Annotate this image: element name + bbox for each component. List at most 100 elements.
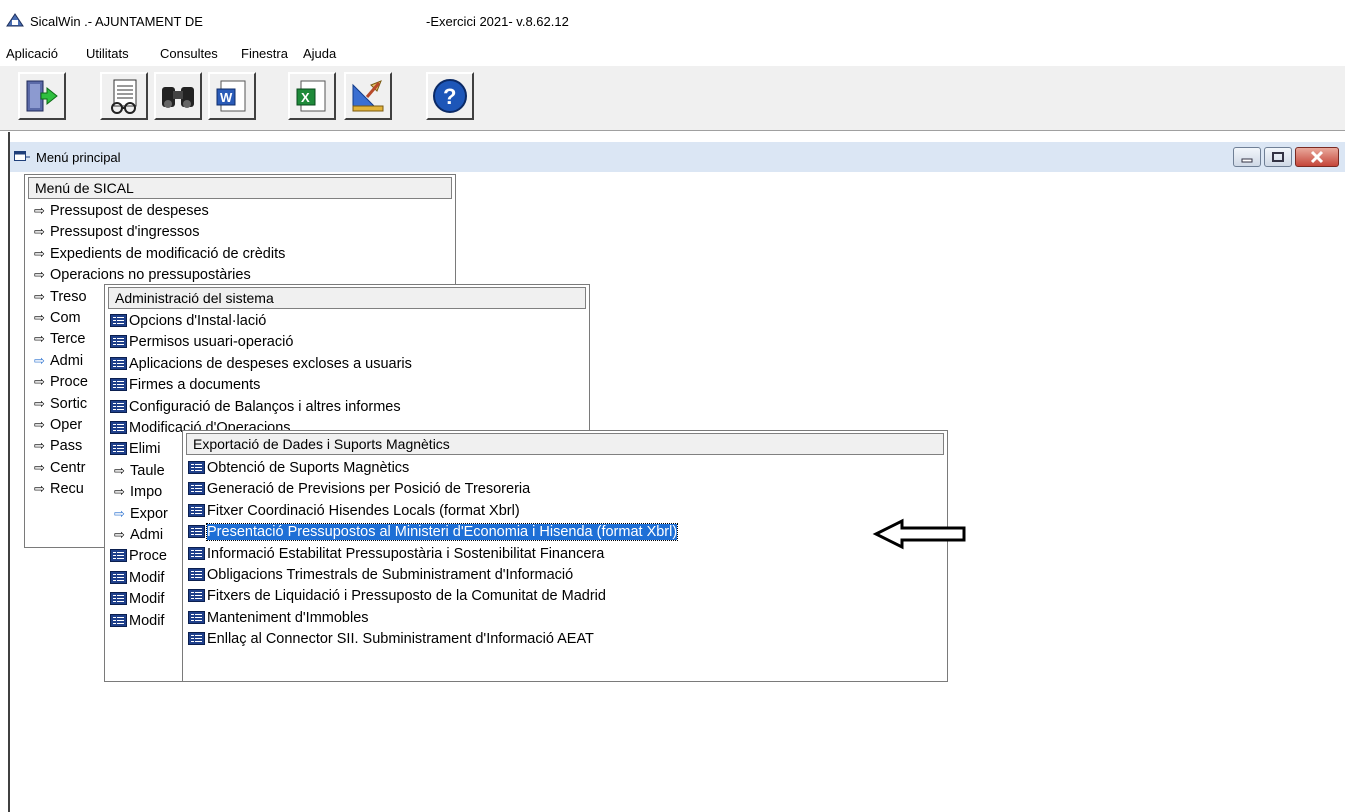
admin-menu-item-label: Modif — [129, 569, 165, 586]
admin-menu-item[interactable]: Aplicacions de despeses excloses a usuar… — [110, 354, 412, 374]
form-icon — [110, 314, 127, 327]
submenu-arrow-icon: ⇨ — [34, 267, 45, 283]
export-menu-item[interactable]: Obtenció de Suports Magnètics — [188, 458, 409, 478]
sical-menu-item[interactable]: ⇨ Pressupost de despeses — [34, 201, 209, 221]
admin-menu-item[interactable]: ⇨ Expor — [114, 504, 168, 524]
menu-utilitats[interactable]: Utilitats — [86, 46, 129, 61]
submenu-arrow-icon: ⇨ — [114, 527, 125, 542]
admin-menu-item[interactable]: Modif — [110, 611, 164, 631]
sical-menu-item[interactable]: ⇨ Terce — [34, 329, 85, 349]
child-window-title: Menú principal — [36, 150, 121, 165]
sical-menu-item-label: Treso — [50, 288, 87, 305]
sical-menu-item[interactable]: ⇨ Pressupost d'ingressos — [34, 222, 199, 242]
admin-menu-item[interactable]: Firmes a documents — [110, 375, 260, 395]
search-button[interactable] — [154, 72, 202, 120]
admin-menu-item[interactable]: Elimi — [110, 439, 160, 459]
close-button[interactable] — [1295, 147, 1339, 167]
export-menu-item-label: Fitxer Coordinació Hisendes Locals (form… — [207, 502, 520, 519]
sical-menu-item-label: Expedients de modificació de crèdits — [50, 245, 286, 262]
admin-menu-item[interactable]: Configuració de Balanços i altres inform… — [110, 397, 401, 417]
menu-consultes[interactable]: Consultes — [160, 46, 218, 61]
app-icon — [6, 12, 24, 28]
submenu-arrow-icon: ⇨ — [114, 484, 125, 500]
export-menu-item[interactable]: Enllaç al Connector SII. Subministrament… — [188, 629, 594, 649]
admin-menu-item[interactable]: ⇨ Taule — [114, 461, 165, 481]
menu-finestra[interactable]: Finestra — [241, 46, 288, 61]
export-menu-item[interactable]: Generació de Previsions per Posició de T… — [188, 479, 530, 499]
svg-text:X: X — [301, 90, 310, 105]
form-icon — [188, 461, 205, 474]
exit-icon — [26, 80, 58, 112]
export-menu-item-label: Obtenció de Suports Magnètics — [207, 460, 410, 476]
admin-menu-item-label: Taule — [130, 462, 165, 479]
export-menu-item-label: Presentació Pressupostos al Ministeri d'… — [205, 523, 679, 542]
maximize-button[interactable] — [1264, 147, 1292, 167]
admin-menu-item[interactable]: ⇨ Impo — [114, 482, 162, 502]
sical-menu-item-label: Proce — [50, 374, 88, 391]
export-menu-item[interactable]: Fitxer Coordinació Hisendes Locals (form… — [188, 501, 520, 521]
submenu-arrow-icon: ⇨ — [34, 310, 45, 325]
form-icon — [110, 421, 127, 434]
sical-menu-item[interactable]: ⇨ Oper — [34, 415, 82, 435]
admin-menu-item[interactable]: Permisos usuari-operació — [110, 332, 293, 352]
admin-menu-item-label: Modif — [129, 591, 165, 608]
design-button[interactable] — [344, 72, 392, 120]
submenu-arrow-icon: ⇨ — [34, 417, 45, 432]
help-icon: ? — [433, 79, 467, 113]
submenu-arrow-icon: ⇨ — [34, 224, 45, 240]
export-menu-item-label: Informació Estabilitat Pressupostària i … — [207, 545, 605, 562]
form-icon — [188, 568, 205, 581]
export-menu-item[interactable]: Fitxers de Liquidació i Pressuposto de l… — [188, 586, 606, 606]
sical-menu-item-label: Centr — [50, 459, 86, 476]
sical-menu-item[interactable]: ⇨ Centr — [34, 458, 85, 478]
form-icon — [110, 549, 127, 563]
export-menu-item[interactable]: Obligacions Trimestrals de Subministrame… — [188, 565, 573, 585]
exit-button[interactable] — [18, 72, 66, 120]
submenu-arrow-icon: ⇨ — [114, 505, 125, 521]
svg-text:?: ? — [443, 84, 456, 109]
sical-menu-item[interactable]: ⇨ Proce — [34, 372, 88, 392]
close-icon — [1310, 150, 1324, 164]
admin-menu-item-label: Admi — [130, 527, 164, 543]
ruler-icon — [352, 80, 384, 112]
window-icon — [14, 151, 30, 163]
form-icon — [188, 610, 205, 624]
export-menu-item[interactable]: Informació Estabilitat Pressupostària i … — [188, 544, 604, 564]
sical-menu-item-label: Operacions no pressupostàries — [50, 267, 251, 284]
admin-menu-item-label: Aplicacions de despeses excloses a usuar… — [129, 355, 412, 372]
form-icon — [188, 503, 205, 517]
pointer-arrow-icon — [872, 518, 966, 550]
admin-menu-item[interactable]: Proce — [110, 546, 167, 566]
admin-menu-item-label: Firmes a documents — [129, 377, 261, 394]
maximize-icon — [1272, 152, 1284, 162]
excel-export-button[interactable]: X — [288, 72, 336, 120]
app-title: SicalWin .- AJUNTAMENT DE — [30, 14, 203, 29]
sical-menu-item-label: Terce — [50, 331, 86, 348]
admin-menu-item[interactable]: ⇨ Admi — [114, 525, 163, 545]
menu-ajuda[interactable]: Ajuda — [303, 46, 336, 61]
menu-aplicacio[interactable]: Aplicació — [6, 46, 58, 61]
sical-menu-item[interactable]: ⇨ Recu — [34, 479, 84, 499]
export-menu-item[interactable]: Presentació Pressupostos al Ministeri d'… — [188, 522, 679, 542]
admin-menu-item[interactable]: Modif — [110, 589, 164, 609]
report-button[interactable] — [100, 72, 148, 120]
sical-menu-item[interactable]: ⇨ Operacions no pressupostàries — [34, 265, 251, 285]
help-button[interactable]: ? — [426, 72, 474, 120]
sical-menu-item[interactable]: ⇨ Expedients de modificació de crèdits — [34, 244, 285, 264]
admin-menu-item[interactable]: Opcions d'Instal·lació — [110, 311, 266, 331]
sical-menu-item[interactable]: ⇨ Treso — [34, 287, 87, 307]
form-icon — [110, 399, 127, 413]
submenu-arrow-icon: ⇨ — [34, 481, 45, 497]
sical-menu-item[interactable]: ⇨ Admi — [34, 351, 83, 371]
sical-menu-item[interactable]: ⇨ Sortic — [34, 394, 87, 414]
word-export-button[interactable]: W — [208, 72, 256, 120]
sical-menu-item[interactable]: ⇨ Com — [34, 308, 81, 328]
export-menu-item[interactable]: Manteniment d'Immobles — [188, 608, 369, 628]
binoculars-icon — [162, 87, 194, 108]
admin-menu-item[interactable]: Modif — [110, 568, 164, 588]
sical-menu-item[interactable]: ⇨ Pass — [34, 436, 82, 456]
child-window-titlebar[interactable] — [10, 142, 1345, 172]
minimize-button[interactable] — [1233, 147, 1261, 167]
admin-menu-item-label: Permisos usuari-operació — [129, 334, 294, 351]
sical-menu-item-label: Pressupost de despeses — [50, 203, 209, 219]
